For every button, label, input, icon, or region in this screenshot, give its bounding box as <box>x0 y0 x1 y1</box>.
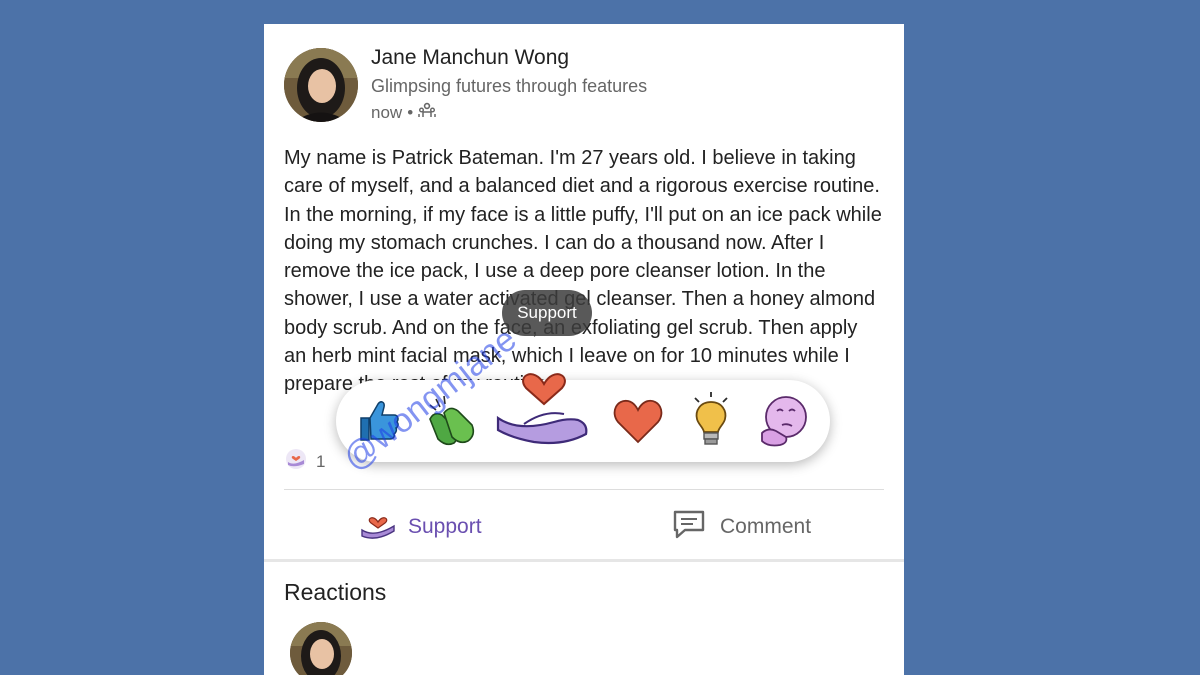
reaction-tooltip: Support <box>502 290 592 336</box>
lightbulb-icon <box>694 392 728 445</box>
post-card: Jane Manchun Wong Glimpsing futures thro… <box>264 24 904 675</box>
heart-in-hand-icon <box>496 373 588 445</box>
reaction-love[interactable] <box>606 380 670 462</box>
reaction-curious[interactable] <box>753 380 817 462</box>
post-timestamp: now <box>371 102 403 122</box>
meta-separator: • <box>407 102 414 122</box>
comment-button-label: Comment <box>720 515 812 538</box>
reaction-support[interactable] <box>494 348 594 448</box>
divider <box>284 489 884 490</box>
thinking-face-icon <box>761 396 807 447</box>
section-divider <box>264 559 904 562</box>
comment-button[interactable]: Comment <box>672 508 811 546</box>
author-tagline: Glimpsing futures through features <box>371 76 648 96</box>
heart-icon <box>613 400 663 444</box>
connections-icon <box>418 102 436 123</box>
comment-icon <box>672 509 706 545</box>
reaction-count: 1 <box>316 451 326 471</box>
support-button[interactable]: Support <box>360 508 482 546</box>
post-meta: now • <box>371 102 436 123</box>
support-reaction-icon <box>284 448 308 475</box>
support-button-label: Support <box>408 515 482 538</box>
author-name[interactable]: Jane Manchun Wong <box>371 46 569 70</box>
author-avatar[interactable] <box>284 48 358 122</box>
heart-in-hand-icon <box>360 508 396 546</box>
reactions-heading: Reactions <box>284 579 387 605</box>
reaction-insightful[interactable] <box>679 380 743 462</box>
reactor-avatar[interactable] <box>290 622 352 675</box>
reaction-summary[interactable]: 1 <box>284 448 325 475</box>
